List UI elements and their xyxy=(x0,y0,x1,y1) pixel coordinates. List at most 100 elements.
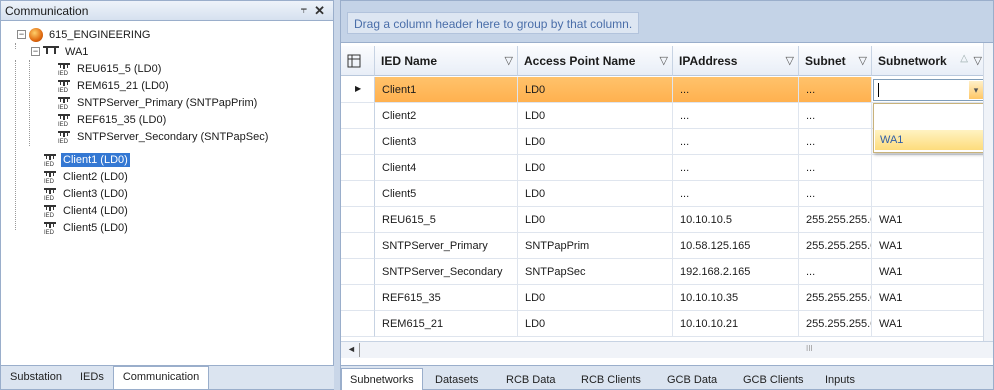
row-indicator[interactable] xyxy=(341,155,375,181)
tree-node[interactable]: IED SNTPServer_Secondary (SNTPapSec) xyxy=(57,128,270,145)
table-cell[interactable]: Client1 xyxy=(375,77,518,103)
table-cell[interactable]: Client4 xyxy=(375,155,518,181)
close-icon[interactable]: ✕ xyxy=(314,3,325,19)
tab-datasets[interactable]: Datasets xyxy=(427,370,486,390)
tree-node[interactable]: IED REF615_35 (LD0) xyxy=(57,111,168,128)
column-header[interactable]: Access Point Name ▽ xyxy=(518,46,673,76)
group-by-area[interactable]: Drag a column header here to group by th… xyxy=(341,1,993,43)
column-header[interactable]: IPAddress ▽ xyxy=(673,46,799,76)
table-cell[interactable]: LD0 xyxy=(518,129,673,155)
collapse-project-icon[interactable]: − xyxy=(17,30,26,39)
table-cell[interactable]: ... xyxy=(799,181,872,207)
table-cell[interactable]: ... xyxy=(673,129,799,155)
table-cell[interactable]: ... xyxy=(799,259,872,285)
tree-node[interactable]: IED Client3 (LD0) xyxy=(43,185,130,202)
tree-node[interactable]: IED Client4 (LD0) xyxy=(43,202,130,219)
tab-substation[interactable]: Substation xyxy=(1,367,71,389)
pin-icon[interactable]: ⫧ xyxy=(301,4,307,17)
collapse-subnetwork-icon[interactable]: − xyxy=(31,47,40,56)
tab-rcb-data[interactable]: RCB Data xyxy=(498,370,564,390)
table-cell[interactable]: LD0 xyxy=(518,181,673,207)
table-cell[interactable]: Client5 xyxy=(375,181,518,207)
table-cell[interactable]: 255.255.255.0 xyxy=(799,207,872,233)
table-cell[interactable]: WA1 xyxy=(872,207,987,233)
table-cell[interactable] xyxy=(872,181,987,207)
tree-node[interactable]: IED Client5 (LD0) xyxy=(43,219,130,236)
row-indicator[interactable] xyxy=(341,103,375,129)
column-header[interactable]: Subnet ▽ xyxy=(799,46,872,76)
vertical-scrollbar[interactable] xyxy=(983,43,993,341)
tree-node[interactable]: IED Client2 (LD0) xyxy=(43,168,130,185)
table-cell[interactable]: WA1 xyxy=(872,311,987,337)
row-indicator[interactable] xyxy=(341,129,375,155)
tree-node[interactable]: IED REU615_5 (LD0) xyxy=(57,60,163,77)
table-cell[interactable]: 10.10.10.21 xyxy=(673,311,799,337)
table-cell[interactable]: SNTPServer_Secondary xyxy=(375,259,518,285)
row-indicator[interactable] xyxy=(341,311,375,337)
tab-inputs[interactable]: Inputs xyxy=(817,370,863,390)
table-cell[interactable]: ... xyxy=(799,77,872,103)
table-cell[interactable]: Client2 xyxy=(375,103,518,129)
table-cell[interactable]: ... xyxy=(673,181,799,207)
row-indicator[interactable] xyxy=(341,233,375,259)
table-cell[interactable]: 10.58.125.165 xyxy=(673,233,799,259)
filter-icon[interactable]: ▽ xyxy=(660,54,668,67)
column-chooser-icon[interactable] xyxy=(341,46,375,76)
tab-ieds[interactable]: IEDs xyxy=(71,367,113,389)
table-cell[interactable]: SNTPapPrim xyxy=(518,233,673,259)
table-cell[interactable]: SNTPapSec xyxy=(518,259,673,285)
table-cell[interactable]: LD0 xyxy=(518,207,673,233)
table-cell[interactable]: REF615_35 xyxy=(375,285,518,311)
horizontal-scrollbar[interactable]: ◄ III xyxy=(341,341,993,358)
table-cell[interactable]: WA1 xyxy=(872,233,987,259)
filter-icon[interactable]: ▽ xyxy=(786,54,794,67)
table-cell[interactable]: ... xyxy=(673,155,799,181)
table-cell[interactable]: 255.255.255.0 xyxy=(799,311,872,337)
tree-node[interactable]: − WA1 xyxy=(31,43,90,60)
row-indicator[interactable]: ▶ xyxy=(341,77,375,103)
tab-gcb-clients[interactable]: GCB Clients xyxy=(735,370,812,390)
table-cell[interactable]: LD0 xyxy=(518,103,673,129)
tab-gcb-data[interactable]: GCB Data xyxy=(659,370,725,390)
dropdown-arrow-icon[interactable]: ▾ xyxy=(969,81,983,99)
row-indicator[interactable] xyxy=(341,259,375,285)
row-indicator[interactable] xyxy=(341,207,375,233)
filter-icon[interactable]: ▽ xyxy=(974,54,982,67)
tree-node[interactable]: IED Client1 (LD0) xyxy=(43,151,130,168)
dropdown-option[interactable] xyxy=(875,108,987,128)
table-cell[interactable]: 10.10.10.35 xyxy=(673,285,799,311)
tree-node[interactable]: IED SNTPServer_Primary (SNTPapPrim) xyxy=(57,94,259,111)
scroll-grip[interactable]: III xyxy=(806,344,813,353)
table-cell[interactable]: REU615_5 xyxy=(375,207,518,233)
table-cell[interactable]: ... xyxy=(673,103,799,129)
row-indicator[interactable] xyxy=(341,285,375,311)
table-cell[interactable]: LD0 xyxy=(518,77,673,103)
table-cell[interactable]: ... xyxy=(799,129,872,155)
table-cell[interactable]: 192.168.2.165 xyxy=(673,259,799,285)
table-cell[interactable]: ... xyxy=(799,155,872,181)
table-cell[interactable]: SNTPServer_Primary xyxy=(375,233,518,259)
table-cell[interactable]: LD0 xyxy=(518,285,673,311)
table-cell[interactable]: WA1 xyxy=(872,285,987,311)
tree-node[interactable]: IED REM615_21 (LD0) xyxy=(57,77,171,94)
table-cell[interactable]: 10.10.10.5 xyxy=(673,207,799,233)
tab-subnetworks[interactable]: Subnetworks xyxy=(341,368,423,390)
column-header[interactable]: IED Name ▽ xyxy=(375,46,518,76)
tab-communication[interactable]: Communication xyxy=(112,366,210,389)
tab-rcb-clients[interactable]: RCB Clients xyxy=(573,370,649,390)
table-cell[interactable]: 255.255.255.0 xyxy=(799,285,872,311)
tree-node[interactable]: − 615_ENGINEERING xyxy=(17,26,152,43)
table-cell[interactable]: LD0 xyxy=(518,155,673,181)
table-cell[interactable]: 255.255.255.0 xyxy=(799,233,872,259)
row-indicator[interactable] xyxy=(341,181,375,207)
table-cell[interactable]: REM615_21 xyxy=(375,311,518,337)
table-cell[interactable]: ... xyxy=(673,77,799,103)
table-cell[interactable]: ... xyxy=(799,103,872,129)
subnetwork-editor[interactable]: ▾ xyxy=(873,79,985,101)
table-cell[interactable] xyxy=(872,155,987,181)
filter-icon[interactable]: ▽ xyxy=(505,54,513,67)
filter-icon[interactable]: ▽ xyxy=(859,54,867,67)
dropdown-option[interactable]: WA1 xyxy=(875,130,987,150)
table-cell[interactable]: LD0 xyxy=(518,311,673,337)
column-header[interactable]: Subnetwork △ ▽ xyxy=(872,46,987,76)
